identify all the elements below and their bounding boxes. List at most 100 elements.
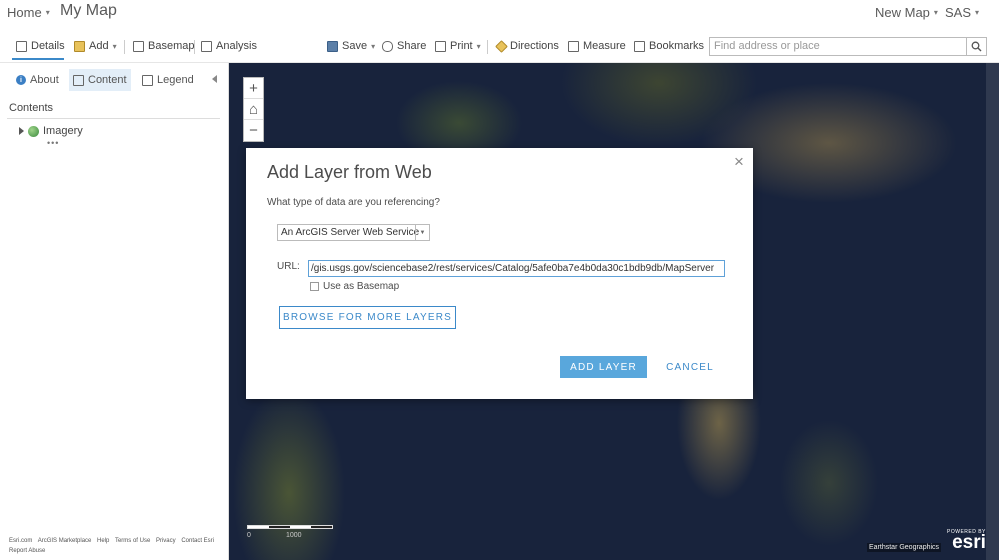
divider [7, 118, 220, 119]
data-type-selected: An ArcGIS Server Web Service [281, 227, 420, 238]
contents-heading: Contents [9, 102, 54, 114]
footer-link[interactable]: ArcGIS Marketplace [38, 538, 92, 544]
top-header: Home ▾ My Map New Map ▾ SAS ▾ [0, 0, 999, 26]
home-extent-button[interactable]: ⌂ [244, 99, 263, 120]
add-layer-button[interactable]: ADD LAYER [560, 356, 647, 378]
print-icon [435, 40, 446, 52]
print-label: Print [450, 40, 473, 52]
chevron-down-icon: ▾ [476, 41, 481, 51]
layer-label: Imagery [43, 125, 83, 137]
use-as-basemap-label: Use as Basemap [323, 281, 400, 292]
save-button[interactable]: Save ▾ [327, 40, 375, 52]
expand-icon[interactable] [19, 127, 24, 135]
chevron-down-icon: ▾ [371, 41, 376, 51]
search-icon [971, 41, 982, 52]
analysis-icon [201, 40, 212, 52]
details-icon [16, 40, 27, 52]
basemap-label: Basemap [148, 40, 195, 52]
map-scrollbar[interactable] [986, 63, 999, 560]
bookmarks-icon [634, 40, 645, 52]
search-input[interactable]: Find address or place [709, 37, 967, 56]
tab-content-label: Content [88, 74, 127, 86]
analysis-button[interactable]: Analysis [201, 40, 257, 52]
print-button[interactable]: Print ▾ [435, 40, 481, 52]
home-label: Home [7, 5, 42, 20]
data-type-question: What type of data are you referencing? [267, 197, 440, 208]
footer-link[interactable]: Privacy [156, 538, 176, 544]
directions-label: Directions [510, 40, 559, 52]
close-icon[interactable]: × [734, 152, 744, 172]
use-as-basemap-option[interactable]: Use as Basemap [310, 281, 399, 292]
toolbar-divider [194, 40, 195, 54]
save-label: Save [342, 40, 368, 52]
basemap-icon [133, 40, 144, 52]
chevron-down-icon: ▾ [933, 8, 938, 17]
layer-more-options[interactable]: ••• [47, 138, 59, 148]
share-label: Share [397, 40, 427, 52]
basemap-button[interactable]: Basemap [133, 40, 194, 52]
map-title: My Map [60, 2, 117, 19]
share-button[interactable]: Share [382, 40, 426, 52]
details-button[interactable]: Details [16, 40, 65, 52]
footer-link[interactable]: Esri.com [9, 538, 32, 544]
directions-icon [495, 39, 508, 53]
add-icon [74, 40, 85, 52]
home-menu[interactable]: Home ▾ [7, 5, 50, 20]
bookmarks-label: Bookmarks [649, 40, 705, 52]
map-toolbar: Details Add ▾ Basemap Analysis Save ▾ Sh… [0, 30, 999, 63]
toolbar-divider [124, 40, 125, 54]
esri-logo[interactable]: POWERED BY esri [947, 529, 986, 553]
details-label: Details [31, 40, 65, 52]
globe-icon [28, 125, 39, 137]
directions-button[interactable]: Directions [495, 39, 559, 53]
left-panel: i About Content Legend Contents Imagery … [0, 63, 229, 560]
tab-legend[interactable]: Legend [138, 69, 198, 91]
url-field[interactable]: /gis.usgs.gov/sciencebase2/rest/services… [308, 260, 725, 277]
tab-content[interactable]: Content [69, 69, 131, 91]
chevron-down-icon: ▾ [975, 8, 980, 17]
data-type-select[interactable]: An ArcGIS Server Web Service ▼ [277, 224, 430, 241]
scale-bar [247, 525, 333, 529]
toolbar-divider [487, 40, 488, 54]
zoom-in-button[interactable]: + [244, 78, 263, 99]
footer-link[interactable]: Report Abuse [9, 548, 45, 554]
map-attribution: Earthstar Geographics [867, 543, 942, 552]
cancel-button[interactable]: CANCEL [662, 356, 718, 378]
url-label: URL: [277, 261, 300, 272]
footer-link[interactable]: Contact Esri [181, 538, 214, 544]
esri-wordmark: esri [952, 532, 986, 553]
add-button[interactable]: Add ▾ [74, 40, 117, 52]
collapse-panel-icon[interactable] [212, 75, 217, 83]
chevron-down-icon: ▼ [415, 225, 429, 240]
tab-legend-label: Legend [157, 74, 194, 86]
bookmarks-button[interactable]: Bookmarks [634, 40, 704, 52]
user-label: SAS [945, 5, 972, 20]
add-layer-dialog: × Add Layer from Web What type of data a… [246, 148, 753, 399]
new-map-menu[interactable]: New Map ▾ [875, 5, 938, 20]
share-icon [382, 40, 393, 52]
browse-more-layers-button[interactable]: BROWSE FOR MORE LAYERS [279, 306, 456, 329]
measure-button[interactable]: Measure [568, 40, 626, 52]
scale-label-max: 1000 [286, 532, 302, 539]
add-label: Add [89, 40, 109, 52]
details-active-indicator [12, 58, 64, 60]
use-as-basemap-checkbox[interactable] [310, 282, 319, 291]
tab-about[interactable]: i About [12, 69, 63, 91]
layer-item-imagery[interactable]: Imagery [19, 125, 83, 137]
zoom-out-button[interactable]: − [244, 120, 263, 141]
chevron-down-icon: ▾ [112, 41, 117, 51]
user-menu[interactable]: SAS ▾ [945, 5, 979, 20]
measure-icon [568, 40, 579, 52]
tab-about-label: About [30, 74, 59, 86]
legend-icon [142, 74, 153, 86]
analysis-label: Analysis [216, 40, 257, 52]
save-icon [327, 40, 338, 52]
footer-link[interactable]: Terms of Use [115, 538, 150, 544]
measure-label: Measure [583, 40, 626, 52]
dialog-title: Add Layer from Web [267, 162, 432, 182]
footer-links: Esri.com ArcGIS Marketplace Help Terms o… [9, 536, 224, 556]
scale-label-zero: 0 [247, 532, 251, 539]
footer-link[interactable]: Help [97, 538, 109, 544]
search-button[interactable] [967, 37, 987, 56]
chevron-down-icon: ▾ [45, 8, 50, 17]
